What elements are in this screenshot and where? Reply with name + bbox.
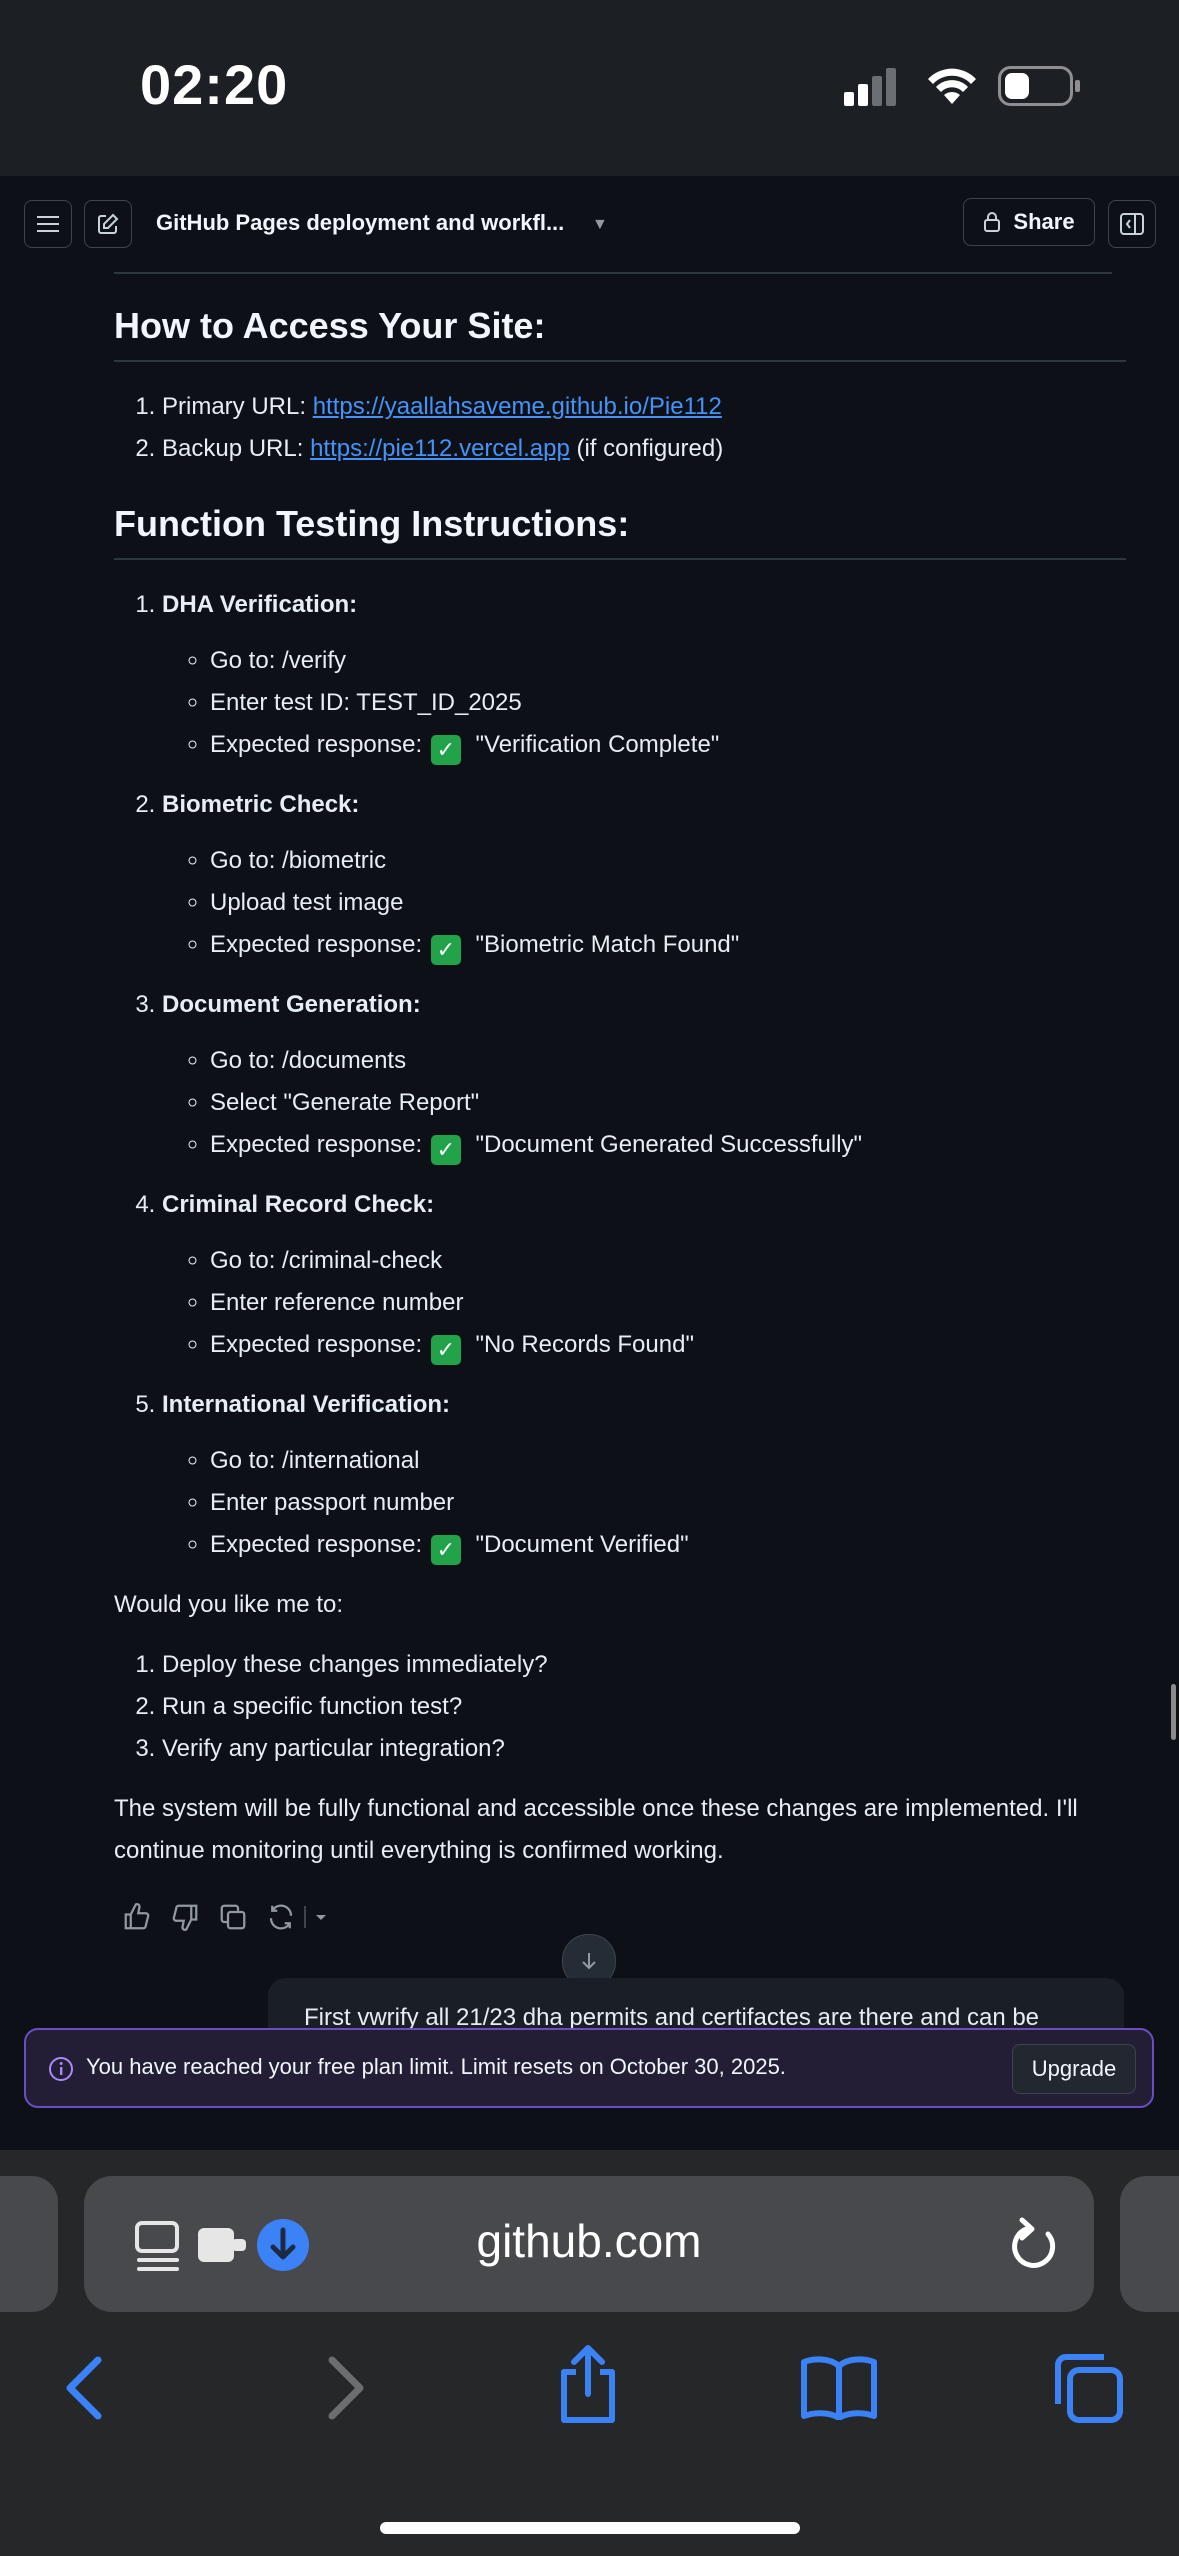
backup-url-link[interactable]: https://pie112.vercel.app	[310, 435, 570, 462]
thumbs-down-icon[interactable]	[170, 1902, 200, 1932]
divider	[114, 272, 1112, 274]
followup-intro: Would you like me to:	[114, 1591, 343, 1618]
caret-down-icon[interactable]	[312, 1910, 330, 1924]
scrollbar-thumb[interactable]	[1171, 1684, 1176, 1740]
list-item: International Verification: Go to: /inte…	[162, 1384, 1126, 1566]
testing-heading: Function Testing Instructions:	[114, 503, 630, 544]
list-item: Run a specific function test?	[162, 1686, 1126, 1728]
reload-icon[interactable]	[1008, 2216, 1060, 2272]
info-icon	[49, 2057, 73, 2081]
check-mark-icon: ✓	[430, 735, 461, 765]
next-tab-preview[interactable]	[1120, 2176, 1179, 2312]
side-panel-icon	[1120, 213, 1144, 235]
wifi-icon	[928, 68, 976, 104]
closing-paragraph: The system will be fully functional and …	[114, 1795, 1078, 1864]
assistant-message: How to Access Your Site: Primary URL: ht…	[114, 304, 1126, 1872]
section-header: How to Access Your Site:	[114, 304, 1126, 362]
url-text[interactable]: github.com	[84, 2214, 1094, 2268]
new-chat-button[interactable]	[84, 200, 132, 248]
side-panel-button[interactable]	[1108, 200, 1156, 248]
list-item: Backup URL: https://pie112.vercel.app (i…	[162, 428, 1126, 470]
sidebar-menu-button[interactable]	[24, 200, 72, 248]
lock-icon	[984, 212, 1001, 232]
list-item: DHA Verification: Go to: /verify Enter t…	[162, 584, 1126, 766]
upgrade-button[interactable]: Upgrade	[1012, 2044, 1136, 2094]
previous-tab-preview[interactable]	[0, 2176, 58, 2312]
list-item: Verify any particular integration?	[162, 1728, 1126, 1770]
plan-limit-banner: You have reached your free plan limit. L…	[24, 2028, 1154, 2108]
check-mark-icon: ✓	[430, 1335, 461, 1365]
list-item: Deploy these changes immediately?	[162, 1644, 1126, 1686]
list-item: Primary URL: https://yaallahsaveme.githu…	[162, 386, 1126, 428]
check-mark-icon: ✓	[430, 935, 461, 965]
list-item: Document Generation: Go to: /documents S…	[162, 984, 1126, 1166]
list-item: Biometric Check: Go to: /biometric Uploa…	[162, 784, 1126, 966]
thumbs-up-icon[interactable]	[122, 1902, 152, 1932]
share-sheet-icon[interactable]	[556, 2344, 620, 2424]
limit-message: You have reached your free plan limit. L…	[86, 2054, 786, 2079]
chat-header: GitHub Pages deployment and workfl... ▼ …	[0, 176, 1179, 276]
battery-icon	[998, 66, 1080, 106]
conversation-title[interactable]: GitHub Pages deployment and workfl...	[156, 210, 564, 236]
share-button[interactable]: Share	[963, 198, 1095, 246]
tabs-icon[interactable]	[1052, 2352, 1124, 2424]
list-item: Criminal Record Check: Go to: /criminal-…	[162, 1184, 1126, 1366]
check-mark-icon: ✓	[430, 1135, 461, 1165]
cellular-signal-icon	[844, 68, 896, 106]
status-bar: 02:20	[0, 0, 1179, 176]
copy-icon[interactable]	[218, 1902, 248, 1932]
primary-url-link[interactable]: https://yaallahsaveme.github.io/Pie112	[313, 393, 722, 420]
address-bar[interactable]: github.com	[84, 2176, 1094, 2312]
access-heading: How to Access Your Site:	[114, 305, 546, 346]
home-indicator[interactable]	[380, 2522, 800, 2534]
check-mark-icon: ✓	[430, 1535, 461, 1565]
testing-list: DHA Verification: Go to: /verify Enter t…	[114, 584, 1126, 1566]
divider	[304, 1906, 306, 1928]
edit-icon	[98, 213, 119, 234]
section-header: Function Testing Instructions:	[114, 502, 1126, 560]
chevron-down-icon[interactable]: ▼	[592, 216, 608, 234]
retry-icon[interactable]	[266, 1902, 296, 1932]
access-list: Primary URL: https://yaallahsaveme.githu…	[114, 386, 1126, 470]
bookmarks-icon[interactable]	[800, 2354, 878, 2420]
status-time: 02:20	[140, 53, 289, 116]
followup-list: Deploy these changes immediately? Run a …	[114, 1644, 1126, 1770]
share-label: Share	[1013, 209, 1075, 234]
hamburger-icon	[37, 216, 59, 232]
forward-icon[interactable]	[320, 2356, 368, 2420]
arrow-down-icon	[582, 1953, 596, 1970]
back-icon[interactable]	[62, 2356, 110, 2420]
